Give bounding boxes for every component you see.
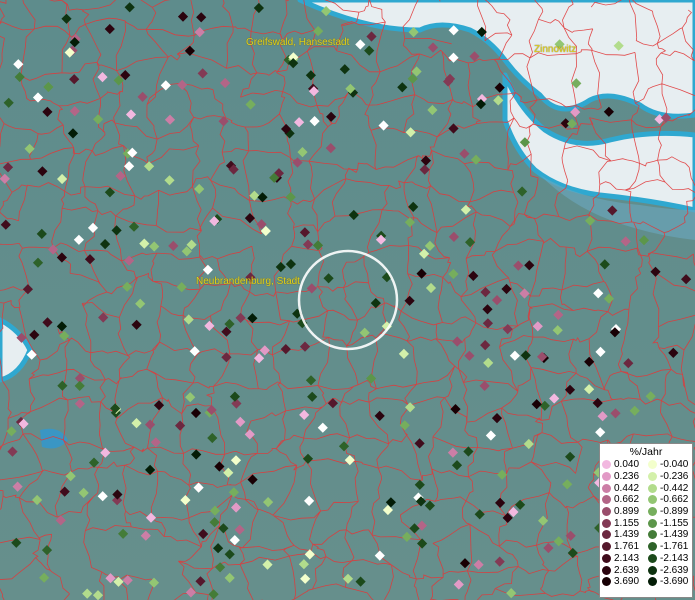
- legend-swatch: [648, 472, 657, 482]
- legend-swatch: [602, 507, 611, 517]
- legend-value: -1.439: [660, 529, 689, 541]
- legend-entry-positive: 1.155: [600, 518, 646, 529]
- legend-swatch: [648, 460, 657, 470]
- legend-swatch: [648, 530, 657, 540]
- legend-value: -2.143: [660, 552, 689, 564]
- legend-entry-negative: -3.690: [646, 576, 692, 587]
- legend-value: 1.439: [614, 529, 640, 541]
- legend-swatch: [648, 483, 657, 493]
- legend-value: 1.155: [614, 517, 640, 529]
- legend-entry-negative: -2.143: [646, 553, 692, 564]
- legend-entry-positive: 1.439: [600, 529, 646, 540]
- place-label-zinnowitz[interactable]: Zinnowitz: [534, 44, 576, 55]
- place-label-neubrandenburg[interactable]: Neubrandenburg, Stadt: [196, 276, 300, 287]
- legend-row: 0.899 -0.899: [600, 506, 692, 518]
- legend-value: -0.442: [660, 482, 689, 494]
- map-canvas[interactable]: [0, 0, 695, 600]
- legend-value: 3.690: [614, 576, 640, 588]
- legend-value: -1.761: [660, 541, 689, 553]
- legend-swatch: [602, 483, 611, 493]
- place-label-greifswald[interactable]: Greifswald, Hansestadt: [246, 37, 349, 48]
- legend-row: 1.439 -1.439: [600, 529, 692, 541]
- legend-value: 0.899: [614, 506, 640, 518]
- legend-swatch: [648, 577, 657, 587]
- legend-row: 3.690 -3.690: [600, 576, 692, 588]
- legend-swatch: [602, 472, 611, 482]
- legend-entry-positive: 2.143: [600, 553, 646, 564]
- legend-entry-negative: -2.639: [646, 565, 692, 576]
- legend-swatch: [648, 518, 657, 528]
- legend-entry-positive: 0.899: [600, 506, 646, 517]
- legend-value: -0.899: [660, 506, 689, 518]
- legend-entry-positive: 1.761: [600, 541, 646, 552]
- legend-rows: 0.040 -0.040 0.236 -0.236 0.442 -0.442 0.662 -0…: [600, 459, 692, 588]
- legend-value: -0.040: [660, 459, 689, 471]
- legend-swatch: [602, 518, 611, 528]
- legend-entry-positive: 0.236: [600, 471, 646, 482]
- legend-row: 2.639 -2.639: [600, 564, 692, 576]
- legend-entry-positive: 3.690: [600, 576, 646, 587]
- legend-value: 0.040: [614, 459, 640, 471]
- legend-swatch: [602, 530, 611, 540]
- legend-entry-positive: 0.662: [600, 494, 646, 505]
- legend-swatch: [602, 542, 611, 552]
- legend-swatch: [648, 495, 657, 505]
- legend-value: 2.143: [614, 552, 640, 564]
- legend-entry-negative: -1.439: [646, 529, 692, 540]
- legend-swatch: [602, 553, 611, 563]
- legend: %/Jahr 0.040 -0.040 0.236 -0.236 0.442 -0.442…: [599, 443, 693, 598]
- legend-swatch: [648, 507, 657, 517]
- legend-value: 0.442: [614, 482, 640, 494]
- legend-entry-negative: -0.040: [646, 459, 692, 470]
- legend-entry-negative: -0.662: [646, 494, 692, 505]
- legend-value: 0.662: [614, 494, 640, 506]
- legend-value: -3.690: [660, 576, 689, 588]
- legend-entry-positive: 2.639: [600, 565, 646, 576]
- legend-value: -0.662: [660, 494, 689, 506]
- legend-value: -1.155: [660, 517, 689, 529]
- legend-entry-negative: -0.236: [646, 471, 692, 482]
- legend-row: 1.155 -1.155: [600, 517, 692, 529]
- legend-value: -2.639: [660, 564, 689, 576]
- legend-swatch: [602, 577, 611, 587]
- legend-value: -0.236: [660, 471, 689, 483]
- legend-entry-positive: 0.442: [600, 483, 646, 494]
- legend-swatch: [602, 565, 611, 575]
- legend-entry-negative: -1.761: [646, 541, 692, 552]
- legend-entry-negative: -0.899: [646, 506, 692, 517]
- legend-title: %/Jahr: [629, 446, 663, 458]
- legend-entry-positive: 0.040: [600, 459, 646, 470]
- legend-swatch: [648, 542, 657, 552]
- legend-swatch: [648, 553, 657, 563]
- legend-swatch: [602, 460, 611, 470]
- legend-row: 1.761 -1.761: [600, 541, 692, 553]
- legend-swatch: [602, 495, 611, 505]
- legend-swatch: [648, 565, 657, 575]
- legend-entry-negative: -1.155: [646, 518, 692, 529]
- legend-entry-negative: -0.442: [646, 483, 692, 494]
- legend-value: 0.236: [614, 471, 640, 483]
- legend-row: 0.040 -0.040: [600, 459, 692, 471]
- legend-value: 2.639: [614, 564, 640, 576]
- legend-row: 0.662 -0.662: [600, 494, 692, 506]
- legend-row: 0.442 -0.442: [600, 482, 692, 494]
- legend-row: 0.236 -0.236: [600, 471, 692, 483]
- legend-value: 1.761: [614, 541, 640, 553]
- legend-row: 2.143 -2.143: [600, 553, 692, 565]
